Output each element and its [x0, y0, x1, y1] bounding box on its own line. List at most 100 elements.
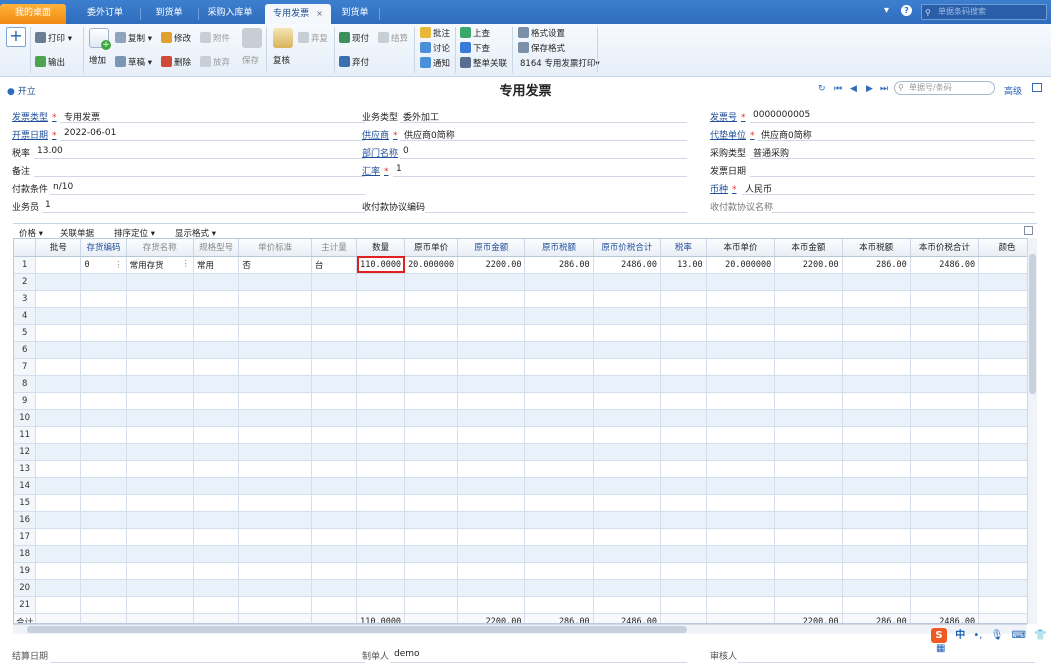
grid-cell[interactable] — [126, 307, 194, 325]
grid-cell[interactable] — [774, 596, 843, 614]
notify-button[interactable]: 通知 — [420, 57, 450, 71]
grid-cell[interactable] — [457, 528, 526, 546]
grid-cell[interactable] — [35, 324, 82, 342]
grid-cell[interactable] — [356, 409, 406, 427]
grid-cell[interactable] — [80, 545, 127, 563]
grid-cell[interactable] — [774, 477, 843, 495]
grid-cell[interactable] — [404, 562, 459, 580]
grid-cell[interactable] — [842, 460, 911, 478]
cell-orig-tax[interactable]: 286.00 — [524, 256, 594, 274]
draft-button[interactable]: 草稿 ▾ — [115, 56, 152, 70]
grid-cell[interactable] — [80, 596, 127, 614]
review-button[interactable]: 复核 — [273, 54, 290, 66]
grid-cell[interactable] — [238, 426, 312, 444]
grid-cell[interactable] — [660, 579, 707, 597]
tab-special-invoice[interactable]: 专用发票 × — [265, 4, 331, 24]
grid-cell[interactable] — [842, 375, 911, 393]
grid-cell[interactable] — [311, 477, 358, 495]
cell-local-amount[interactable]: 2200.00 — [774, 256, 843, 274]
grid-cell[interactable] — [193, 460, 240, 478]
grid-cell[interactable] — [238, 545, 312, 563]
grid-cell[interactable] — [80, 477, 127, 495]
grid-cell[interactable] — [910, 511, 980, 529]
grid-cell[interactable] — [660, 273, 707, 291]
lookup-icon[interactable]: ⋮ — [181, 259, 190, 269]
grid-cell[interactable] — [842, 273, 911, 291]
grid-cell[interactable] — [706, 562, 776, 580]
export-button[interactable]: 输出 — [35, 56, 65, 70]
grid-cell[interactable] — [126, 443, 194, 461]
grid-cell[interactable] — [404, 511, 459, 529]
grid-cell[interactable] — [238, 460, 312, 478]
grid-cell[interactable] — [593, 562, 662, 580]
grid-cell[interactable] — [80, 528, 127, 546]
grid-cell[interactable] — [706, 375, 776, 393]
grid-cell[interactable] — [238, 324, 312, 342]
grid-cell[interactable] — [457, 273, 526, 291]
tab-purchase-inbound[interactable]: 采购入库单 — [198, 4, 262, 24]
grid-cell[interactable] — [457, 290, 526, 308]
lookup-icon[interactable]: ⋮ — [114, 260, 123, 270]
prev-check-button[interactable]: 上查 — [460, 27, 490, 41]
grid-cell[interactable] — [706, 341, 776, 359]
grid-cell[interactable] — [524, 375, 594, 393]
grid-cell[interactable] — [524, 596, 594, 614]
grid-cell[interactable] — [126, 579, 194, 597]
format-settings-button[interactable]: 格式设置 — [518, 27, 565, 41]
grid-cell[interactable] — [910, 426, 980, 444]
grid-cell[interactable] — [356, 477, 406, 495]
keyboard-icon[interactable]: ⌨ — [1012, 630, 1026, 641]
grid-cell[interactable] — [356, 460, 406, 478]
grid-cell[interactable] — [404, 307, 459, 325]
grid-cell[interactable] — [126, 477, 194, 495]
grid-cell[interactable] — [193, 579, 240, 597]
grid-cell[interactable] — [356, 562, 406, 580]
grid-cell[interactable] — [193, 290, 240, 308]
tab-arrival[interactable]: 到货单 — [140, 4, 198, 24]
grid-cell[interactable] — [404, 290, 459, 308]
grid-cell[interactable] — [910, 341, 980, 359]
grid-cell[interactable] — [35, 494, 82, 512]
grid-cell[interactable] — [660, 358, 707, 376]
grid-cell[interactable] — [404, 324, 459, 342]
grid-cell[interactable] — [126, 324, 194, 342]
grid-cell[interactable] — [593, 426, 662, 444]
payment-terms-field[interactable]: n/10 — [53, 182, 73, 192]
grid-cell[interactable] — [126, 545, 194, 563]
grid-cell[interactable] — [356, 579, 406, 597]
grid-cell[interactable] — [660, 562, 707, 580]
grid-cell[interactable] — [311, 307, 358, 325]
grid-cell[interactable] — [35, 528, 82, 546]
grid-cell[interactable] — [404, 375, 459, 393]
grid-cell[interactable] — [238, 273, 312, 291]
layout-icon[interactable] — [1032, 83, 1042, 92]
grid-cell[interactable] — [910, 392, 980, 410]
grid-cell[interactable] — [238, 477, 312, 495]
grid-cell[interactable] — [126, 341, 194, 359]
grid-cell[interactable] — [910, 545, 980, 563]
grid-cell[interactable] — [660, 324, 707, 342]
grid-cell[interactable] — [356, 545, 406, 563]
grid-cell[interactable] — [910, 358, 980, 376]
grid-cell[interactable] — [593, 443, 662, 461]
grid-cell[interactable] — [193, 477, 240, 495]
col-inventory-code[interactable]: 存货编码 — [80, 239, 127, 257]
grid-cell[interactable] — [524, 273, 594, 291]
prev-record-icon[interactable]: ◀ — [850, 84, 857, 94]
grid-cell[interactable] — [80, 358, 127, 376]
grid-cell[interactable] — [457, 409, 526, 427]
grid-cell[interactable] — [842, 426, 911, 444]
grid-cell[interactable] — [356, 426, 406, 444]
grid-cell[interactable] — [842, 392, 911, 410]
dept-field[interactable]: 0 — [403, 146, 409, 156]
grid-cell[interactable] — [404, 409, 459, 427]
barcode-search-input[interactable]: ⚲ 单据条码搜索 — [921, 4, 1047, 20]
abandon-review-button[interactable]: 弃复 — [298, 32, 328, 46]
grid-cell[interactable] — [238, 358, 312, 376]
grid-cell[interactable] — [238, 579, 312, 597]
grid-cell[interactable] — [524, 443, 594, 461]
grid-cell[interactable] — [842, 545, 911, 563]
grid-cell[interactable] — [842, 511, 911, 529]
abandon-pay-button[interactable]: 弃付 — [339, 56, 369, 70]
grid-cell[interactable] — [842, 494, 911, 512]
